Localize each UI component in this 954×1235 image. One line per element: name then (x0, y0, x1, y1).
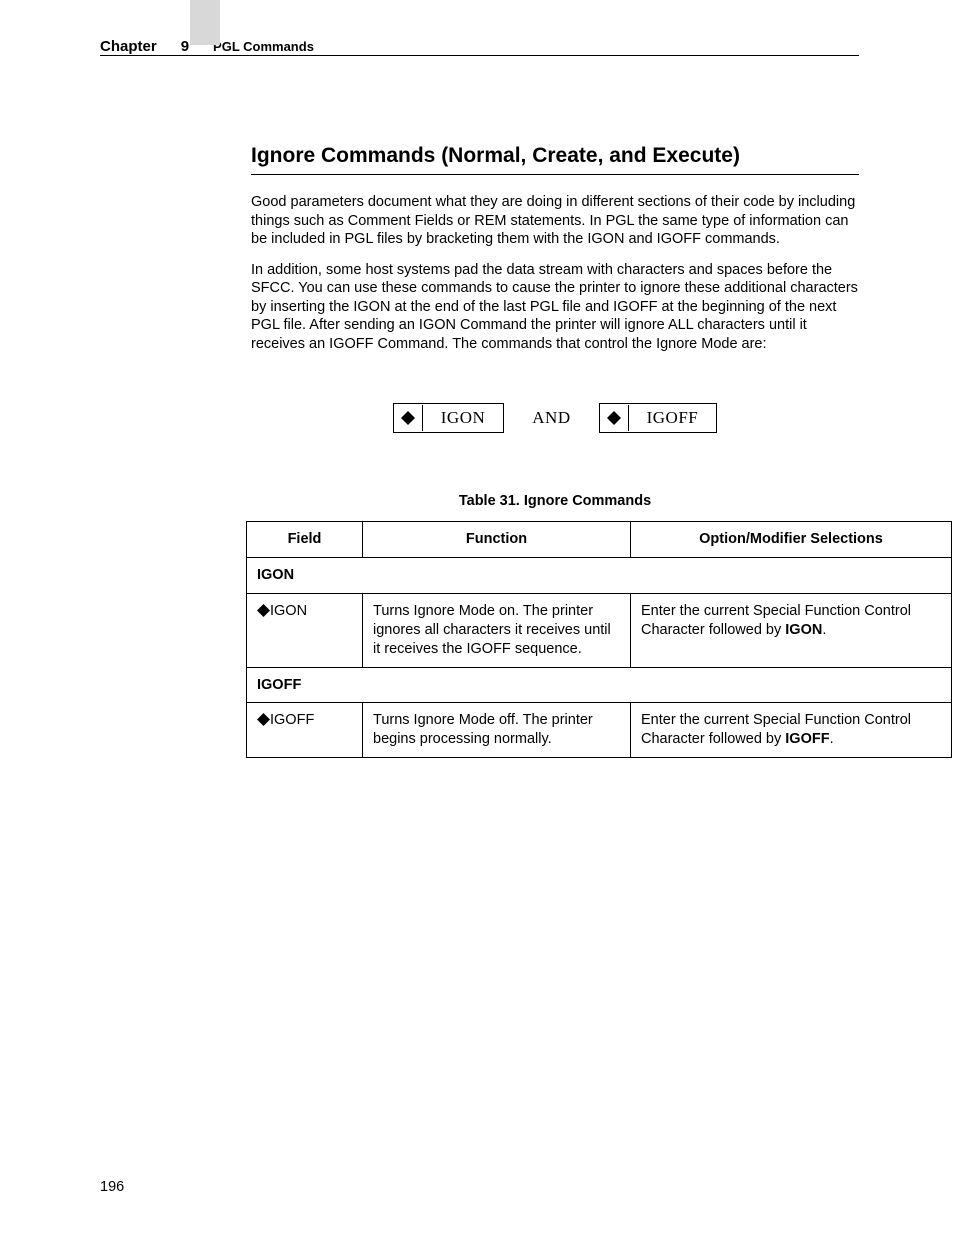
header-section-name: PGL Commands (213, 39, 314, 54)
command-conjunction: AND (532, 408, 570, 428)
option-suffix: . (830, 731, 834, 747)
chapter-label: Chapter (100, 38, 157, 55)
field-cell-igoff: IGOFF (247, 703, 363, 758)
document-page: Chapter 9 PGL Commands Ignore Commands (… (0, 0, 954, 1235)
option-prefix: Enter the current Special Function Contr… (641, 712, 911, 747)
diamond-icon (600, 405, 629, 431)
column-header-function: Function (363, 522, 631, 558)
group-header-igon: IGON (247, 558, 952, 594)
field-text-igoff: IGOFF (270, 712, 314, 728)
field-text-igon: IGON (270, 603, 307, 619)
table-header-row: Field Function Option/Modifier Selection… (247, 522, 952, 558)
command-syntax-row: IGON AND IGOFF (251, 403, 859, 433)
diamond-icon (257, 713, 270, 732)
content-area: Ignore Commands (Normal, Create, and Exe… (251, 144, 859, 758)
table-group-row-igoff: IGOFF (247, 667, 952, 703)
command-box-igoff: IGOFF (599, 403, 718, 433)
margin-strip (190, 0, 220, 45)
diamond-icon (394, 405, 423, 431)
function-cell-igoff: Turns Ignore Mode off. The printer begin… (363, 703, 631, 758)
section-title: Ignore Commands (Normal, Create, and Exe… (251, 144, 859, 175)
option-suffix: . (822, 622, 826, 638)
field-cell-igon: IGON (247, 594, 363, 668)
option-bold: IGON (785, 622, 822, 638)
chapter-number: 9 (181, 38, 189, 55)
command-text-igoff: IGOFF (629, 404, 717, 432)
group-header-igoff: IGOFF (247, 667, 952, 703)
table-row: IGON Turns Ignore Mode on. The printer i… (247, 594, 952, 668)
ignore-commands-table: Field Function Option/Modifier Selection… (246, 521, 952, 758)
option-bold: IGOFF (785, 731, 829, 747)
diamond-icon (257, 604, 270, 623)
table-row: IGOFF Turns Ignore Mode off. The printer… (247, 703, 952, 758)
command-text-igon: IGON (423, 404, 504, 432)
function-cell-igon: Turns Ignore Mode on. The printer ignore… (363, 594, 631, 668)
column-header-option: Option/Modifier Selections (631, 522, 952, 558)
option-cell-igon: Enter the current Special Function Contr… (631, 594, 952, 668)
table-group-row-igon: IGON (247, 558, 952, 594)
body-paragraph-2: In addition, some host systems pad the d… (251, 261, 859, 354)
table-caption: Table 31. Ignore Commands (251, 493, 859, 509)
command-box-igon: IGON (393, 403, 505, 433)
option-prefix: Enter the current Special Function Contr… (641, 603, 911, 638)
page-number: 196 (100, 1179, 124, 1195)
column-header-field: Field (247, 522, 363, 558)
option-cell-igoff: Enter the current Special Function Contr… (631, 703, 952, 758)
body-paragraph-1: Good parameters document what they are d… (251, 193, 859, 249)
